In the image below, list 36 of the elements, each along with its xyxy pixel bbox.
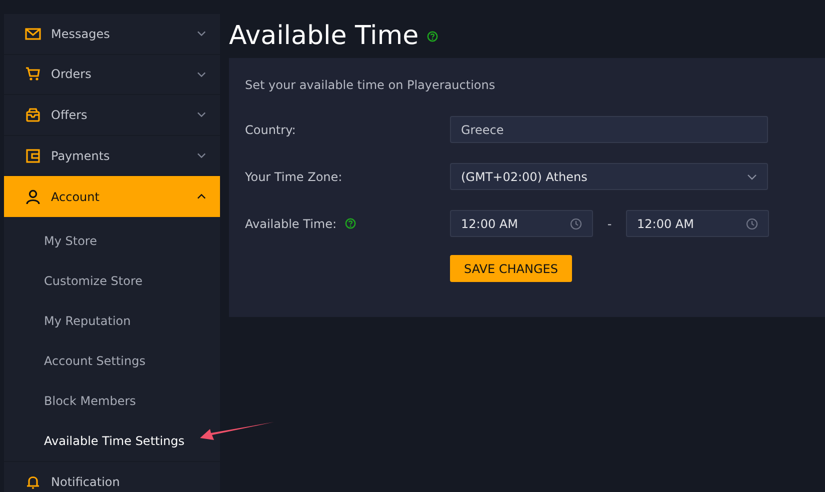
save-changes-button[interactable]: SAVE CHANGES — [450, 255, 572, 282]
sidebar-item[interactable]: Messages — [4, 14, 220, 55]
field-label: Country: — [245, 122, 296, 138]
intro-text: Set your available time on Playerauctions — [245, 77, 496, 94]
submenu-item[interactable]: Available Time Settings — [4, 420, 220, 461]
chevron-down-icon — [197, 151, 206, 160]
submenu-item[interactable]: Block Members — [4, 380, 220, 421]
submenu-item[interactable]: Customize Store — [4, 260, 220, 301]
range-separator: - — [606, 216, 613, 232]
submenu-item[interactable]: My Store — [4, 220, 220, 261]
submenu-item[interactable]: Account Settings — [4, 340, 220, 381]
field-label: Your Time Zone: — [245, 168, 342, 186]
timezone-select[interactable]: (GMT+02:00) Athens — [450, 163, 768, 190]
clock-icon — [746, 218, 758, 230]
submenu-item[interactable]: My Reputation — [4, 300, 220, 341]
time-field[interactable]: 12:00 AM — [626, 210, 769, 237]
clock-icon — [570, 218, 582, 230]
chevron-down-icon — [747, 172, 757, 182]
cart-icon — [24, 65, 42, 84]
sidebar-item[interactable]: Notification — [4, 462, 220, 492]
sidebar-item[interactable]: Orders — [4, 54, 220, 96]
field-label: Available Time: — [245, 216, 337, 232]
wallet-icon — [24, 146, 42, 165]
chevron-up-icon — [197, 192, 206, 202]
help-icon[interactable] — [344, 218, 356, 229]
sidebar-item[interactable]: Account — [4, 176, 220, 217]
help-icon[interactable] — [426, 30, 438, 42]
chevron-down-icon — [197, 70, 206, 79]
chevron-down-icon — [197, 29, 206, 38]
chevron-down-icon — [197, 110, 206, 120]
person-icon — [24, 188, 42, 206]
box-icon — [24, 106, 42, 124]
page-title: Available Time — [229, 23, 419, 49]
time-field[interactable]: 12:00 AM — [450, 210, 593, 237]
country-field[interactable]: Greece — [450, 116, 768, 143]
sidebar-item[interactable]: Offers — [4, 95, 220, 136]
